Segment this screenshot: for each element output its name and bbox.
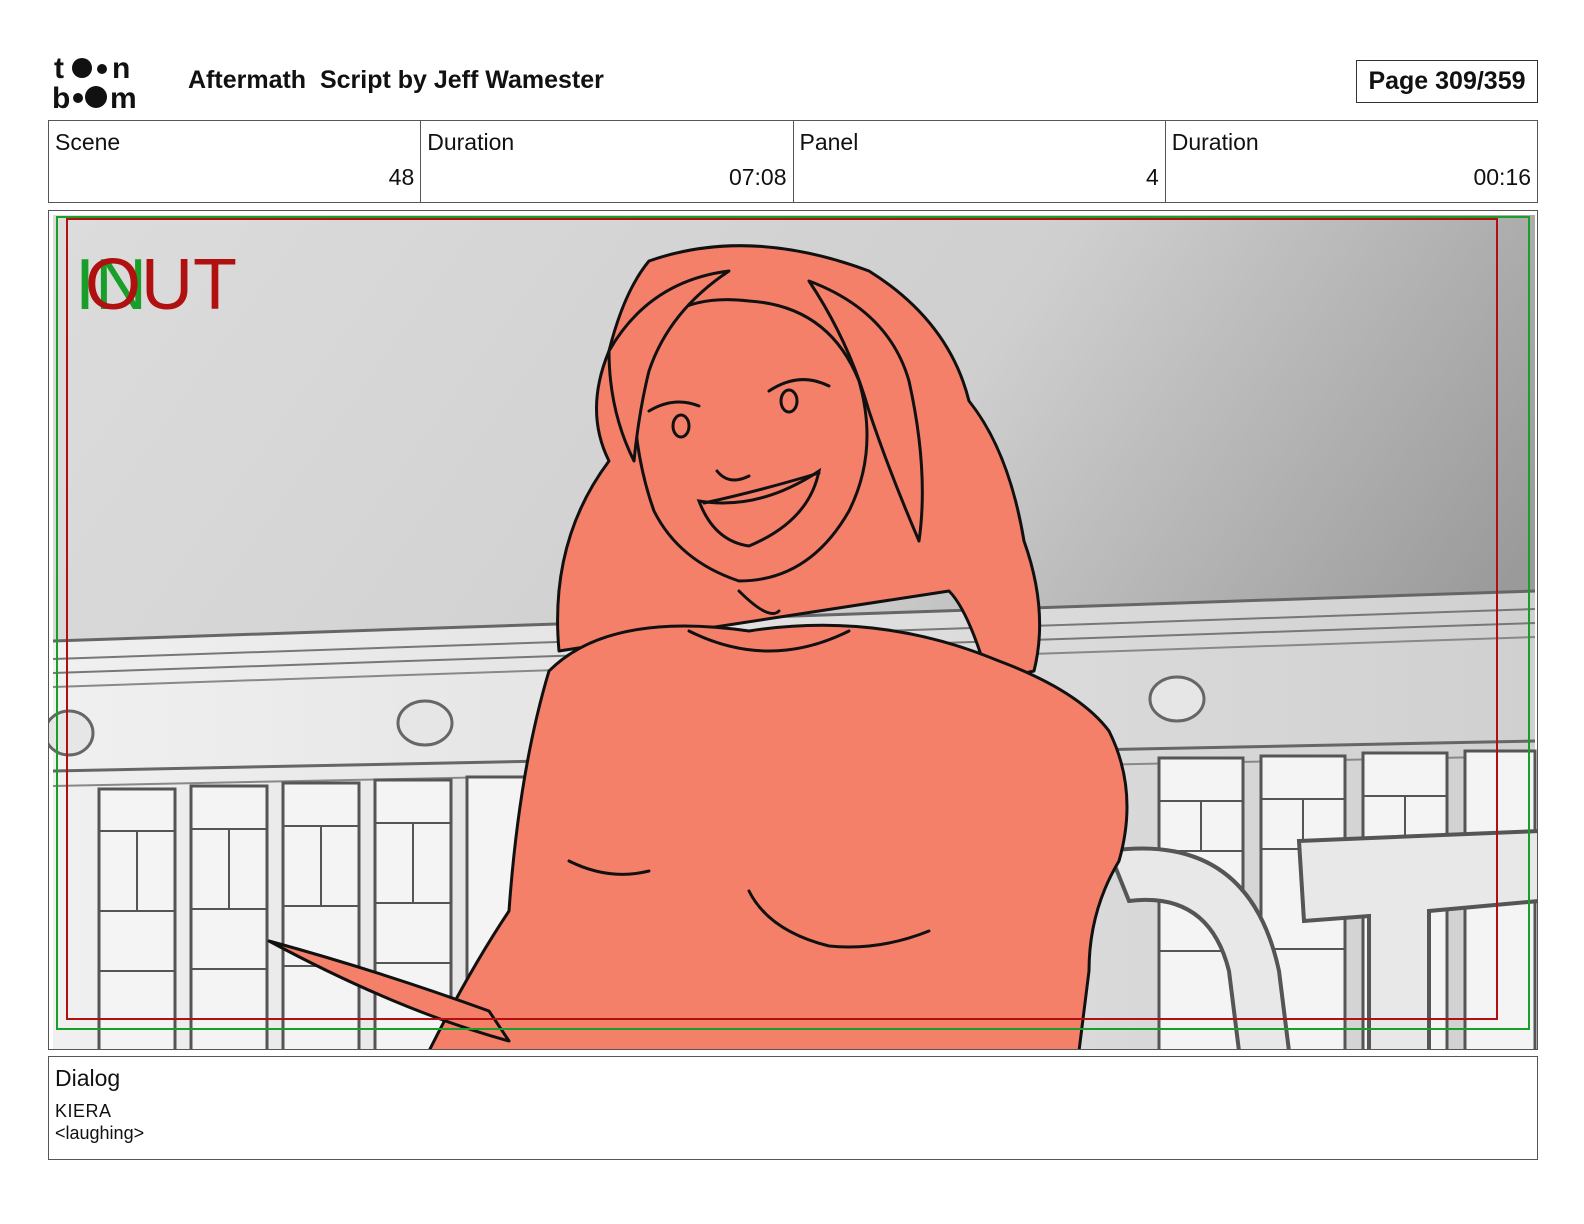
svg-text:n: n [112,52,130,85]
panel-duration-cell: Duration 00:16 [1166,121,1537,202]
scene-value: 48 [388,164,415,190]
panel-duration-label: Duration [1171,129,1259,155]
panel-duration-value: 00:16 [1473,164,1531,190]
panel-cell: Panel 4 [794,121,1166,202]
dialog-speaker: KIERA [55,1101,112,1121]
dialog-label: Dialog [55,1065,121,1091]
storyboard-sketch-image: IN OUT [49,211,1537,1049]
duration-label: Duration [427,129,515,155]
scene-label: Scene [55,129,121,155]
scene-duration-cell: Duration 07:08 [421,121,794,202]
page-number: Page 309/359 [1356,60,1538,103]
scene-cell: Scene 48 [49,121,422,202]
svg-text:m: m [110,82,137,112]
dialog-box: Dialog KIERA <laughing> [48,1056,1538,1160]
dialog-line: <laughing> [55,1123,145,1143]
storyboard-panel: IN OUT [48,210,1538,1050]
scene-info-row: Scene 48 Duration 07:08 Panel 4 Duration… [48,120,1538,203]
out-marker: OUT [85,245,237,325]
duration-value: 07:08 [728,164,787,190]
panel-value: 4 [1145,164,1159,190]
document-title: Aftermath Script by Jeff Wamester [188,66,604,94]
panel-label: Panel [799,129,859,155]
svg-text:t: t [54,52,64,85]
svg-text:b: b [52,82,70,112]
toon-boom-logo: t n b m [52,52,137,112]
